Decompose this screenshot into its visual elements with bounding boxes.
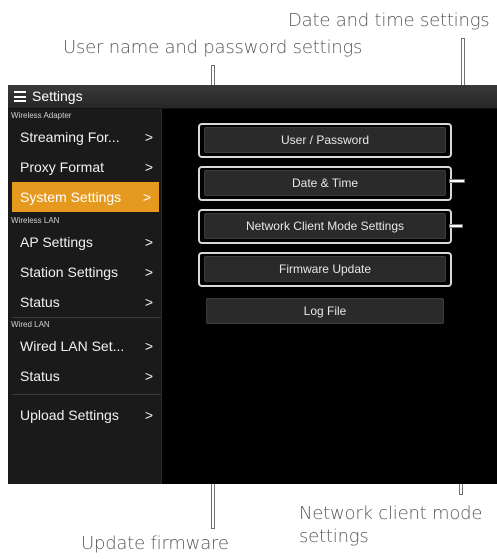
- sidebar-item-streaming-format[interactable]: Streaming For... >: [8, 122, 161, 152]
- hamburger-menu-icon[interactable]: [14, 91, 26, 102]
- leader-stub-date-time: [449, 179, 465, 183]
- sidebar-item-label: Station Settings: [20, 264, 119, 280]
- divider: [12, 394, 161, 395]
- sidebar-item-ap-settings[interactable]: AP Settings >: [8, 227, 161, 257]
- chevron-right-icon: >: [144, 234, 153, 250]
- titlebar: Settings: [8, 85, 497, 109]
- sidebar-item-label: Status: [20, 368, 60, 384]
- log-file-button[interactable]: Log File: [206, 298, 444, 324]
- sidebar-item-wireless-status[interactable]: Status >: [8, 287, 161, 317]
- group-label-wireless-lan: Wireless LAN: [11, 216, 60, 225]
- sidebar-item-label: Status: [20, 294, 60, 310]
- network-client-mode-button[interactable]: Network Client Mode Settings: [204, 213, 446, 239]
- sidebar: Wireless Adapter Streaming For... > Prox…: [8, 109, 162, 484]
- sidebar-item-station-settings[interactable]: Station Settings >: [8, 257, 161, 287]
- chevron-right-icon: >: [144, 129, 153, 145]
- sidebar-item-label: Wired LAN Set...: [20, 338, 125, 354]
- callout-user-password: User name and password settings: [63, 37, 363, 58]
- callout-update-firmware: Update firmware: [81, 533, 229, 554]
- sidebar-item-label: Streaming For...: [20, 129, 120, 145]
- chevron-right-icon: >: [144, 338, 153, 354]
- chevron-right-icon: >: [142, 189, 151, 205]
- chevron-right-icon: >: [144, 264, 153, 280]
- sidebar-item-proxy-format[interactable]: Proxy Format >: [8, 152, 161, 182]
- sidebar-item-wired-lan-settings[interactable]: Wired LAN Set... >: [8, 331, 161, 361]
- chevron-right-icon: >: [144, 368, 153, 384]
- settings-panel: Settings Wireless Adapter Streaming For.…: [8, 85, 497, 484]
- callout-network-client-line2: settings: [299, 526, 369, 547]
- firmware-update-button[interactable]: Firmware Update: [204, 256, 446, 282]
- date-time-button[interactable]: Date & Time: [204, 170, 446, 196]
- chevron-right-icon: >: [144, 159, 153, 175]
- callout-date-time: Date and time settings: [288, 10, 490, 31]
- sidebar-item-label: AP Settings: [20, 234, 93, 250]
- group-label-wireless-adapter: Wireless Adapter: [11, 111, 72, 120]
- sidebar-item-wired-status[interactable]: Status >: [8, 361, 161, 391]
- sidebar-item-label: Proxy Format: [20, 159, 105, 175]
- user-password-button[interactable]: User / Password: [204, 127, 446, 153]
- chevron-right-icon: >: [144, 407, 153, 423]
- callout-network-client-line1: Network client mode: [299, 503, 483, 524]
- sidebar-item-upload-settings[interactable]: Upload Settings >: [8, 400, 161, 430]
- sidebar-item-label: System Settings: [20, 189, 122, 205]
- sidebar-item-label: Upload Settings: [20, 407, 119, 423]
- chevron-right-icon: >: [144, 294, 153, 310]
- leader-stub-network-client: [449, 224, 463, 228]
- group-label-wired-lan: Wired LAN: [11, 320, 50, 329]
- panel-title: Settings: [32, 88, 83, 104]
- sidebar-item-system-settings[interactable]: System Settings >: [12, 182, 159, 212]
